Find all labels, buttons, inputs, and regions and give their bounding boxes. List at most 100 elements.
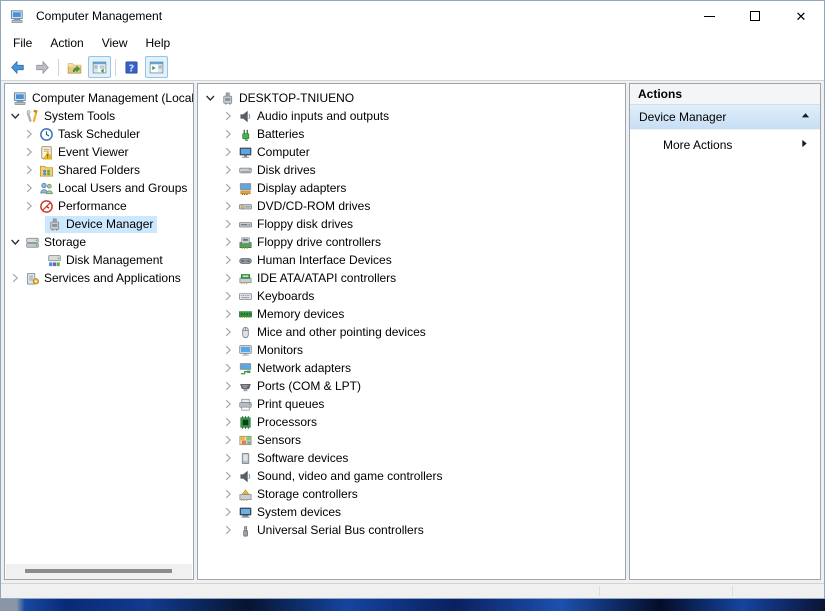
chevron-right-icon[interactable] bbox=[220, 522, 236, 538]
chevron-right-icon[interactable] bbox=[21, 162, 37, 178]
console-item-device-manager[interactable]: Device Manager bbox=[5, 215, 193, 233]
chevron-right-icon[interactable] bbox=[220, 360, 236, 376]
device-category-computer[interactable]: Computer bbox=[198, 143, 625, 161]
chevron-up-icon[interactable] bbox=[800, 110, 811, 124]
device-category-display-adapters[interactable]: Display adapters bbox=[198, 179, 625, 197]
device-category-mice-and-other-pointing-devices[interactable]: Mice and other pointing devices bbox=[198, 323, 625, 341]
tree-item-label: Sensors bbox=[257, 432, 304, 448]
console-item-system-tools[interactable]: System Tools bbox=[5, 107, 193, 125]
titlebar[interactable]: Computer Management ✕ bbox=[1, 1, 824, 31]
device-category-sensors[interactable]: Sensors bbox=[198, 431, 625, 449]
console-item-performance[interactable]: Performance bbox=[5, 197, 193, 215]
chevron-right-icon[interactable] bbox=[220, 252, 236, 268]
toolbar-separator bbox=[115, 59, 116, 76]
device-category-universal-serial-bus-controllers[interactable]: Universal Serial Bus controllers bbox=[198, 521, 625, 539]
chevron-right-icon[interactable] bbox=[220, 198, 236, 214]
chevron-right-icon[interactable] bbox=[220, 288, 236, 304]
chevron-right-icon[interactable] bbox=[220, 414, 236, 430]
menu-action[interactable]: Action bbox=[41, 33, 92, 53]
menu-help[interactable]: Help bbox=[137, 33, 180, 53]
chevron-right-icon[interactable] bbox=[220, 432, 236, 448]
maximize-button[interactable] bbox=[732, 1, 778, 31]
disk-management-icon bbox=[46, 252, 62, 268]
cd-drive-icon bbox=[237, 198, 253, 214]
horizontal-scrollbar[interactable] bbox=[6, 564, 192, 579]
menu-view[interactable]: View bbox=[93, 33, 137, 53]
chevron-down-icon[interactable] bbox=[7, 108, 23, 124]
chevron-right-icon[interactable] bbox=[220, 144, 236, 160]
chevron-right-icon[interactable] bbox=[220, 486, 236, 502]
tree-item-label: Batteries bbox=[257, 126, 307, 142]
console-item-services-and-applications[interactable]: Services and Applications bbox=[5, 269, 193, 287]
more-actions-item[interactable]: More Actions bbox=[630, 130, 820, 159]
device-category-network-adapters[interactable]: Network adapters bbox=[198, 359, 625, 377]
chevron-right-icon[interactable] bbox=[220, 270, 236, 286]
device-category-storage-controllers[interactable]: Storage controllers bbox=[198, 485, 625, 503]
chevron-right-icon[interactable] bbox=[21, 180, 37, 196]
console-item-event-viewer[interactable]: Event Viewer bbox=[5, 143, 193, 161]
device-category-batteries[interactable]: Batteries bbox=[198, 125, 625, 143]
chevron-right-icon[interactable] bbox=[220, 108, 236, 124]
chevron-right-icon[interactable] bbox=[21, 126, 37, 142]
chevron-right-icon[interactable] bbox=[220, 504, 236, 520]
device-category-sound-video-and-game-controllers[interactable]: Sound, video and game controllers bbox=[198, 467, 625, 485]
close-button[interactable]: ✕ bbox=[778, 1, 824, 31]
serial-port-icon bbox=[237, 378, 253, 394]
device-category-monitors[interactable]: Monitors bbox=[198, 341, 625, 359]
chevron-right-icon[interactable] bbox=[220, 126, 236, 142]
console-tree-panel: Computer Management (LocalSystem ToolsTa… bbox=[4, 83, 194, 580]
chevron-right-icon[interactable] bbox=[21, 198, 37, 214]
chevron-down-icon[interactable] bbox=[202, 90, 218, 106]
chevron-right-icon[interactable] bbox=[220, 216, 236, 232]
scrollbar-thumb[interactable] bbox=[25, 569, 172, 573]
device-category-print-queues[interactable]: Print queues bbox=[198, 395, 625, 413]
chevron-right-icon[interactable] bbox=[220, 468, 236, 484]
device-category-software-devices[interactable]: Software devices bbox=[198, 449, 625, 467]
show-hide-console-tree-button[interactable] bbox=[88, 56, 111, 78]
up-one-level-button[interactable] bbox=[63, 56, 86, 78]
chevron-right-icon[interactable] bbox=[220, 378, 236, 394]
usb-plug-icon bbox=[237, 522, 253, 538]
console-item-shared-folders[interactable]: Shared Folders bbox=[5, 161, 193, 179]
chevron-right-icon[interactable] bbox=[21, 144, 37, 160]
device-category-system-devices[interactable]: System devices bbox=[198, 503, 625, 521]
chevron-right-icon[interactable] bbox=[7, 270, 23, 286]
keyboard-icon bbox=[237, 288, 253, 304]
chevron-right-icon[interactable] bbox=[220, 234, 236, 250]
tree-item-label: Software devices bbox=[257, 450, 351, 466]
action-group-device-manager[interactable]: Device Manager bbox=[630, 105, 820, 130]
device-category-disk-drives[interactable]: Disk drives bbox=[198, 161, 625, 179]
chevron-right-icon[interactable] bbox=[220, 342, 236, 358]
chevron-down-icon[interactable] bbox=[7, 234, 23, 250]
device-category-dvd-cd-rom-drives[interactable]: DVD/CD-ROM drives bbox=[198, 197, 625, 215]
chevron-right-icon[interactable] bbox=[220, 396, 236, 412]
console-item-task-scheduler[interactable]: Task Scheduler bbox=[5, 125, 193, 143]
device-category-human-interface-devices[interactable]: Human Interface Devices bbox=[198, 251, 625, 269]
chevron-right-icon[interactable] bbox=[220, 180, 236, 196]
device-category-processors[interactable]: Processors bbox=[198, 413, 625, 431]
chevron-right-icon[interactable] bbox=[220, 450, 236, 466]
minimize-button[interactable] bbox=[686, 1, 732, 31]
device-category-audio-inputs-and-outputs[interactable]: Audio inputs and outputs bbox=[198, 107, 625, 125]
chevron-right-icon[interactable] bbox=[220, 324, 236, 340]
console-item-computer-management-local[interactable]: Computer Management (Local bbox=[5, 89, 193, 107]
device-category-floppy-disk-drives[interactable]: Floppy disk drives bbox=[198, 215, 625, 233]
help-button[interactable]: ? bbox=[120, 56, 143, 78]
device-category-floppy-drive-controllers[interactable]: Floppy drive controllers bbox=[198, 233, 625, 251]
console-item-local-users-and-groups[interactable]: Local Users and Groups bbox=[5, 179, 193, 197]
device-category-ide-ata-atapi-controllers[interactable]: IDE ATA/ATAPI controllers bbox=[198, 269, 625, 287]
device-list-panel: DESKTOP-TNIUENOAudio inputs and outputsB… bbox=[197, 83, 626, 580]
chevron-right-icon[interactable] bbox=[220, 306, 236, 322]
device-category-keyboards[interactable]: Keyboards bbox=[198, 287, 625, 305]
forward-button[interactable] bbox=[31, 56, 54, 78]
chevron-right-icon[interactable] bbox=[220, 162, 236, 178]
device-category-desktop-tniueno[interactable]: DESKTOP-TNIUENO bbox=[198, 89, 625, 107]
back-button[interactable] bbox=[6, 56, 29, 78]
console-item-storage[interactable]: Storage bbox=[5, 233, 193, 251]
show-hide-action-pane-button[interactable] bbox=[145, 56, 168, 78]
device-category-memory-devices[interactable]: Memory devices bbox=[198, 305, 625, 323]
console-item-disk-management[interactable]: Disk Management bbox=[5, 251, 193, 269]
menu-file[interactable]: File bbox=[4, 33, 41, 53]
device-category-ports-com-lpt[interactable]: Ports (COM & LPT) bbox=[198, 377, 625, 395]
tree-item-label: Services and Applications bbox=[44, 270, 184, 286]
